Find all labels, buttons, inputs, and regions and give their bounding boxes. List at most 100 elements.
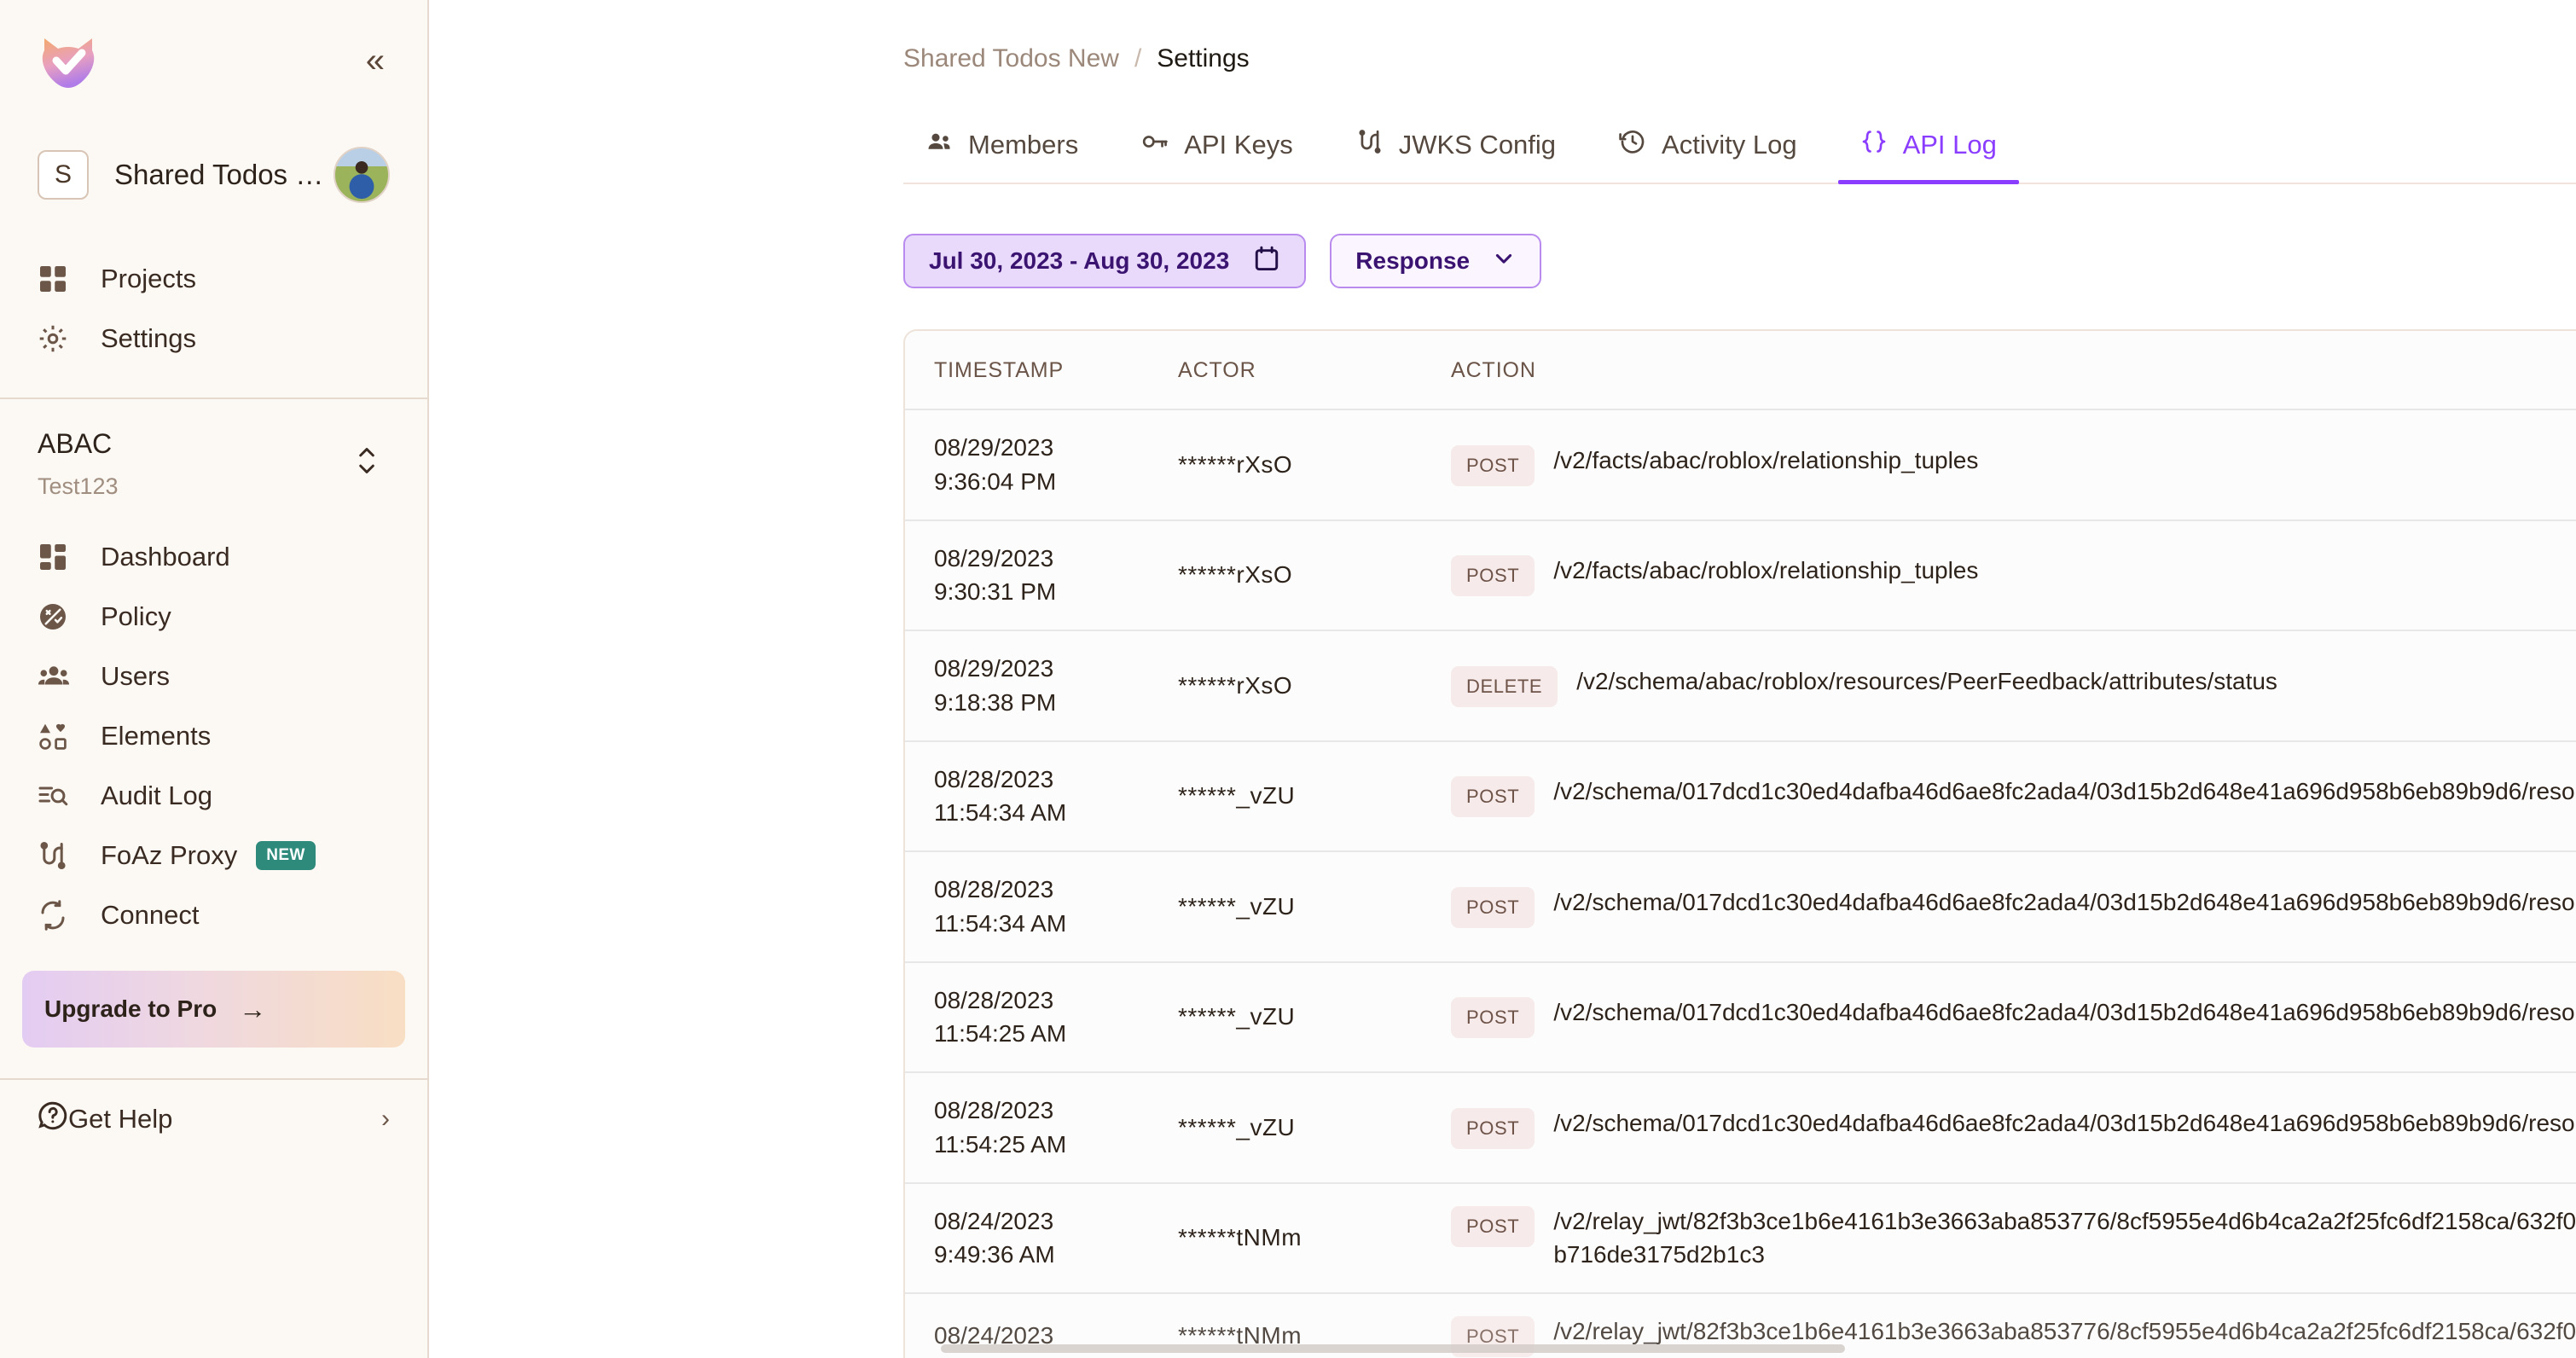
grid-icon: [38, 264, 77, 294]
sidebar-logo-row: «: [38, 27, 390, 94]
cell-timestamp: 08/28/2023 11:54:25 AM: [905, 1072, 1178, 1184]
cell-timestamp: 08/28/2023 11:54:34 AM: [905, 740, 1178, 852]
sidebar: « S Shared Todos … Projects Settings ABA…: [0, 0, 429, 1358]
tab-activity-log[interactable]: Activity Log: [1597, 128, 1819, 184]
sidebar-item-audit-log[interactable]: Audit Log: [0, 766, 427, 826]
http-method-badge: POST: [1451, 555, 1535, 597]
sidebar-item-label: Dashboard: [101, 542, 230, 572]
tab-api-keys[interactable]: API Keys: [1119, 128, 1315, 184]
workspace-name: Shared Todos …: [114, 159, 324, 190]
sidebar-item-foaz-proxy[interactable]: FoAz Proxy NEW: [0, 826, 427, 885]
policy-icon: [38, 601, 77, 632]
sidebar-item-label: Connect: [101, 900, 200, 930]
cell-timestamp: 08/24/2023 9:49:36 AM: [905, 1182, 1178, 1294]
elements-icon: [38, 721, 77, 752]
date-range-picker[interactable]: Jul 30, 2023 - Aug 30, 2023: [903, 234, 1307, 288]
users-icon: [38, 660, 77, 693]
foaz-proxy-icon: [38, 840, 77, 871]
request-path: /v2/schema/abac/roblox/resources/PeerFee…: [1576, 667, 2277, 694]
table-row[interactable]: 08/28/2023 11:54:25 AM ******_vZU POST/v2/s…: [905, 961, 2576, 1073]
jwks-icon: [1356, 128, 1384, 162]
code-braces-icon: [1860, 128, 1888, 162]
request-path: /v2/relay_jwt/82f3b3ce1b6e4161b3e3663aba…: [1553, 1318, 2576, 1344]
cell-actor: ******rXsO: [1178, 630, 1451, 742]
sidebar-item-projects[interactable]: Projects: [0, 249, 427, 309]
http-method-badge: POST: [1451, 997, 1535, 1039]
tab-members[interactable]: Members: [903, 128, 1100, 184]
tab-jwks-config[interactable]: JWKS Config: [1334, 128, 1578, 184]
column-header-actor: ACTOR: [1178, 331, 1451, 410]
cell-action: POST/v2/schema/017dcd1c30ed4dafba46d6ae8…: [1451, 961, 2576, 1073]
cell-action: POST/v2/relay_jwt/82f3b3ce1b6e4161b3e366…: [1451, 1182, 2576, 1294]
table-row[interactable]: 08/28/2023 11:54:34 AM ******_vZU POST/v2/s…: [905, 851, 2576, 963]
workspace-switcher[interactable]: S Shared Todos …: [38, 147, 390, 203]
timestamp-date: 08/28/2023: [934, 1097, 1054, 1123]
settings-tabs: Members API Keys JWKS Config Activity Lo…: [903, 128, 2576, 184]
sidebar-item-label: FoAz Proxy: [101, 840, 238, 870]
response-filter-select[interactable]: Response: [1330, 234, 1542, 288]
actor-value: ******rXsO: [1178, 450, 1293, 478]
breadcrumb-separator: /: [1134, 44, 1142, 73]
table-row[interactable]: 08/29/2023 9:18:38 PM ******rXsO DELETE/v2/…: [905, 630, 2576, 742]
calendar-icon: [1253, 245, 1280, 278]
actor-value: ******rXsO: [1178, 671, 1293, 699]
sidebar-item-label: Projects: [101, 264, 196, 293]
table-row[interactable]: 08/28/2023 11:54:25 AM ******_vZU POST/v2/s…: [905, 1072, 2576, 1184]
column-header-action: ACTION: [1451, 331, 2576, 410]
tab-label: JWKS Config: [1398, 130, 1557, 160]
date-range-label: Jul 30, 2023 - Aug 30, 2023: [929, 247, 1230, 274]
http-method-badge: DELETE: [1451, 665, 1558, 707]
table-head: TIMESTAMP ACTOR ACTION RESPONSE: [905, 331, 2576, 410]
tab-label: API Keys: [1184, 130, 1293, 160]
upgrade-to-pro-button[interactable]: Upgrade to Pro →: [22, 971, 405, 1048]
sidebar-item-connect[interactable]: Connect: [0, 885, 427, 945]
cell-action: POST/v2/facts/abac/roblox/relationship_t…: [1451, 409, 2576, 521]
sidebar-item-label: Elements: [101, 721, 212, 751]
sidebar-item-label: Policy: [101, 601, 171, 631]
chevron-up-down-icon[interactable]: [354, 442, 380, 479]
response-filter-value: Response: [1355, 247, 1471, 274]
user-avatar[interactable]: [334, 147, 390, 203]
sidebar-nav-primary: Projects Settings: [0, 249, 427, 369]
cell-actor: ******rXsO: [1178, 409, 1451, 521]
dashboard-icon: [38, 542, 77, 572]
sidebar-item-dashboard[interactable]: Dashboard: [0, 527, 427, 587]
status-badge-new: NEW: [256, 841, 316, 870]
cell-timestamp: 08/28/2023 11:54:25 AM: [905, 961, 1178, 1073]
sidebar-item-settings[interactable]: Settings: [0, 309, 427, 369]
org-name: ABAC: [38, 428, 113, 459]
table-row[interactable]: 08/29/2023 9:30:31 PM ******rXsO POST/v2/fa…: [905, 519, 2576, 631]
actor-value: ******_vZU: [1178, 892, 1296, 920]
cat-check-logo-icon: [38, 30, 99, 91]
cell-actor: ******_vZU: [1178, 851, 1451, 963]
tab-api-log[interactable]: API Log: [1837, 128, 2020, 184]
gear-icon: [38, 323, 77, 354]
connect-icon: [38, 900, 77, 931]
get-help-button[interactable]: Get Help ›: [0, 1080, 427, 1158]
sidebar-item-policy[interactable]: Policy: [0, 587, 427, 647]
arrow-right-icon: →: [239, 993, 267, 1024]
breadcrumb-root-link[interactable]: Shared Todos New: [903, 44, 1119, 73]
timestamp-time: 11:54:34 AM: [934, 909, 1067, 937]
sidebar-item-elements[interactable]: Elements: [0, 706, 427, 766]
actor-value: ******rXsO: [1178, 561, 1293, 589]
sidebar-item-label: Users: [101, 661, 170, 691]
get-help-label: Get Help: [68, 1104, 173, 1134]
breadcrumb: Shared Todos New / Settings: [429, 0, 2576, 73]
http-method-badge: POST: [1451, 444, 1535, 486]
chevrons-left-icon[interactable]: «: [366, 44, 390, 78]
timestamp-time: 9:18:38 PM: [934, 688, 1057, 716]
request-path: /v2/relay_jwt/82f3b3ce1b6e4161b3e3663aba…: [1553, 1208, 2576, 1268]
cell-action: POST/v2/schema/017dcd1c30ed4dafba46d6ae8…: [1451, 851, 2576, 963]
cell-action: DELETE/v2/schema/abac/roblox/resources/P…: [1451, 630, 2576, 742]
sidebar-item-users[interactable]: Users: [0, 647, 427, 706]
horizontal-scrollbar[interactable]: [941, 1344, 1845, 1353]
upgrade-label: Upgrade to Pro: [44, 995, 218, 1022]
api-log-table-element: TIMESTAMP ACTOR ACTION RESPONSE 08/29/20…: [905, 331, 2576, 1358]
cell-action: POST/v2/schema/017dcd1c30ed4dafba46d6ae8…: [1451, 740, 2576, 852]
http-method-badge: POST: [1451, 1206, 1535, 1248]
table-row[interactable]: 08/24/2023 9:49:36 AM ******tNMm POST/v2/re…: [905, 1182, 2576, 1294]
table-row[interactable]: 08/29/2023 9:36:04 PM ******rXsO POST/v2/fa…: [905, 409, 2576, 521]
table-row[interactable]: 08/28/2023 11:54:34 AM ******_vZU POST/v2/s…: [905, 740, 2576, 852]
http-method-badge: POST: [1451, 776, 1535, 818]
